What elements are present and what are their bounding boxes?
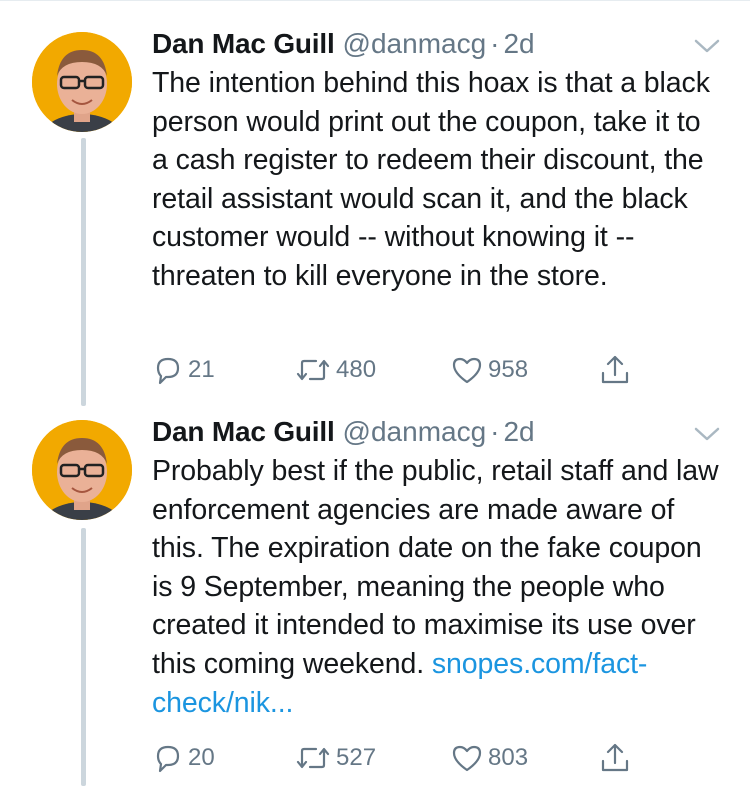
timestamp[interactable]: 2d — [503, 28, 534, 60]
like-icon — [450, 742, 484, 774]
author-handle[interactable]: @danmacg — [343, 28, 487, 60]
retweet-icon — [294, 354, 332, 386]
caret-down-icon[interactable] — [692, 36, 722, 56]
reply-count: 20 — [188, 744, 215, 771]
tweet-actions: 21 480 958 — [152, 350, 652, 390]
separator-dot: · — [490, 28, 500, 59]
avatar[interactable] — [32, 420, 132, 520]
author-name[interactable]: Dan Mac Guill — [152, 28, 335, 60]
tweet-actions: 20 527 803 — [152, 738, 652, 778]
tweet-text: Probably best if the public, retail staf… — [152, 452, 722, 722]
like-icon — [450, 354, 484, 386]
retweet-button[interactable]: 527 — [294, 738, 376, 778]
retweet-icon — [294, 742, 332, 774]
tweet[interactable]: Dan Mac Guill @danmacg · 2d Probably bes… — [0, 400, 750, 786]
tweet-body: The intention behind this hoax is that a… — [152, 67, 710, 292]
avatar[interactable] — [32, 32, 132, 132]
caret-down-icon[interactable] — [692, 424, 722, 444]
retweet-count: 527 — [336, 744, 377, 771]
retweet-button[interactable]: 480 — [294, 350, 376, 390]
reply-icon — [152, 354, 184, 386]
reply-count: 21 — [188, 356, 215, 383]
retweet-count: 480 — [336, 356, 377, 383]
share-icon — [598, 353, 632, 387]
timestamp[interactable]: 2d — [503, 416, 534, 448]
share-button[interactable] — [598, 350, 632, 390]
tweet[interactable]: Dan Mac Guill @danmacg · 2d The intentio… — [0, 0, 750, 400]
like-count: 803 — [488, 744, 529, 771]
reply-button[interactable]: 21 — [152, 350, 215, 390]
like-count: 958 — [488, 356, 529, 383]
like-button[interactable]: 803 — [450, 738, 528, 778]
author-name[interactable]: Dan Mac Guill — [152, 416, 335, 448]
separator-dot: · — [490, 416, 500, 447]
tweet-body: Probably best if the public, retail staf… — [152, 455, 719, 680]
like-button[interactable]: 958 — [450, 350, 528, 390]
tweet-header: Dan Mac Guill @danmacg · 2d — [152, 26, 535, 62]
reply-button[interactable]: 20 — [152, 738, 215, 778]
tweet-header: Dan Mac Guill @danmacg · 2d — [152, 414, 535, 450]
share-icon — [598, 741, 632, 775]
reply-icon — [152, 742, 184, 774]
tweet-text: The intention behind this hoax is that a… — [152, 64, 722, 296]
author-handle[interactable]: @danmacg — [343, 416, 487, 448]
share-button[interactable] — [598, 738, 632, 778]
